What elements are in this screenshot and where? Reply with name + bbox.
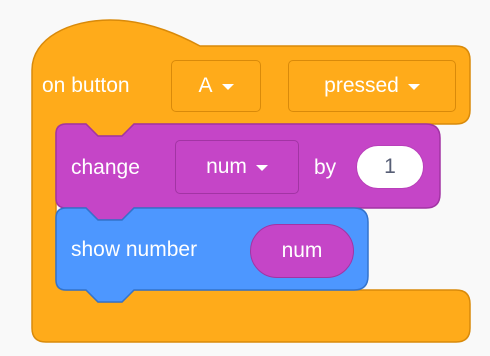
change-label: change — [71, 156, 140, 179]
event-dropdown[interactable]: pressed — [288, 60, 456, 112]
button-dropdown[interactable]: A — [171, 60, 261, 112]
by-label: by — [314, 156, 337, 179]
caret-down-icon — [221, 84, 234, 90]
variable-dropdown-value: num — [206, 155, 247, 178]
amount-input[interactable]: 1 — [356, 145, 424, 189]
show-number-label: show number — [71, 238, 198, 261]
event-dropdown-value: pressed — [324, 74, 399, 97]
num-variable-reporter[interactable]: num — [250, 224, 354, 278]
variable-dropdown[interactable]: num — [175, 140, 299, 194]
caret-down-icon — [407, 84, 420, 90]
caret-down-icon — [255, 165, 268, 171]
on-button-label: on button — [42, 74, 130, 97]
button-dropdown-value: A — [198, 74, 213, 97]
